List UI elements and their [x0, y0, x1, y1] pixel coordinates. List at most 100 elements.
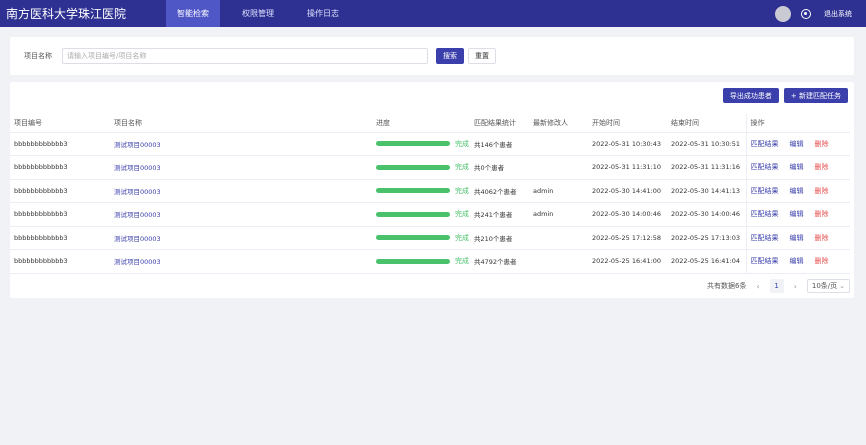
- table-row: bbbbbbbbbbbb3 测试项目00003 完成 共210个患者 2022-05-2…: [10, 226, 850, 250]
- reset-button[interactable]: 重置: [468, 48, 496, 64]
- project-id: bbbbbbbbbbbb3: [10, 202, 110, 227]
- start-time: 2022-05-30 14:00:46: [588, 202, 667, 227]
- nav-smart-search[interactable]: 智能检索: [166, 0, 220, 27]
- end-time: 2022-05-31 11:31:16: [667, 155, 746, 180]
- operations-cell: 匹配结果 编辑 删除: [745, 179, 850, 203]
- nav-permission-management[interactable]: 权限管理: [231, 0, 285, 27]
- progress-label: 完成: [455, 139, 469, 148]
- match-result-link[interactable]: 匹配结果: [751, 210, 779, 218]
- operations-cell: 匹配结果 编辑 删除: [745, 155, 850, 180]
- progress-bar: [376, 141, 450, 147]
- edit-link[interactable]: 编辑: [790, 210, 804, 218]
- hospital-name: 南方医科大学珠江医院: [6, 7, 127, 21]
- delete-link[interactable]: 删除: [815, 234, 829, 242]
- search-label: 项目名称: [24, 52, 52, 60]
- delete-link[interactable]: 删除: [815, 163, 829, 171]
- search-input[interactable]: [62, 48, 428, 64]
- edit-link[interactable]: 编辑: [790, 257, 804, 265]
- settings-icon[interactable]: [801, 8, 811, 19]
- project-id: bbbbbbbbbbbb3: [10, 249, 110, 274]
- operations-cell: 匹配结果 编辑 删除: [745, 226, 850, 250]
- project-id: bbbbbbbbbbbb3: [10, 132, 110, 156]
- delete-link[interactable]: 删除: [815, 187, 829, 195]
- match-result-link[interactable]: 匹配结果: [751, 257, 779, 265]
- progress-bar: [376, 235, 450, 241]
- next-page-icon[interactable]: ›: [794, 282, 797, 291]
- main-nav: 智能检索 权限管理 操作日志: [166, 0, 361, 27]
- edit-link[interactable]: 编辑: [790, 163, 804, 171]
- operations-cell: 匹配结果 编辑 删除: [745, 202, 850, 227]
- end-time: 2022-05-30 14:00:46: [667, 202, 746, 227]
- start-time: 2022-05-31 10:30:43: [588, 132, 667, 156]
- last-modifier: admin: [529, 202, 588, 227]
- new-match-task-button[interactable]: + 新建匹配任务: [783, 88, 848, 103]
- start-time: 2022-05-31 11:31:10: [588, 155, 667, 180]
- progress-label: 完成: [455, 257, 469, 266]
- top-header: 南方医科大学珠江医院 智能检索 权限管理 操作日志 退出系统: [0, 0, 866, 27]
- start-time: 2022-05-25 16:41:00: [588, 249, 667, 274]
- prev-page-icon[interactable]: ‹: [756, 282, 759, 291]
- last-modifier: admin: [529, 179, 588, 203]
- end-time: 2022-05-25 17:13:03: [667, 226, 746, 250]
- page-size-value: 10条/页: [811, 282, 838, 290]
- pagination: 共有数据6条 ‹ 1 › 10条/页 ⌄: [707, 279, 850, 293]
- last-modifier: [529, 226, 588, 250]
- last-modifier: [529, 132, 588, 156]
- start-time: 2022-05-30 14:41:00: [588, 179, 667, 203]
- export-success-patients-button[interactable]: 导出成功患者: [722, 88, 779, 103]
- delete-link[interactable]: 删除: [815, 257, 829, 265]
- progress-label: 完成: [455, 186, 469, 195]
- progress-label: 完成: [455, 233, 469, 242]
- progress-label: 完成: [455, 163, 469, 172]
- project-name-link[interactable]: 测试项目00003: [110, 155, 372, 180]
- column-header: 匹配结果统计: [470, 114, 529, 133]
- search-panel: 项目名称 搜索 重置: [10, 37, 854, 75]
- project-name-link[interactable]: 测试项目00003: [110, 249, 372, 274]
- progress-bar: [376, 188, 450, 194]
- progress-cell: 完成: [372, 132, 470, 156]
- progress-bar: [376, 211, 450, 217]
- project-name-link[interactable]: 测试项目00003: [110, 132, 372, 156]
- match-result: 共210个患者: [470, 226, 529, 250]
- progress-label: 完成: [455, 210, 469, 219]
- last-modifier: [529, 155, 588, 180]
- progress-cell: 完成: [372, 226, 470, 250]
- edit-link[interactable]: 编辑: [790, 234, 804, 242]
- operations-cell: 匹配结果 编辑 删除: [745, 249, 850, 274]
- page-number[interactable]: 1: [769, 279, 784, 293]
- avatar[interactable]: [775, 5, 791, 22]
- logout-button[interactable]: 退出系统: [824, 9, 852, 19]
- start-time: 2022-05-25 17:12:58: [588, 226, 667, 250]
- table-actions: 导出成功患者 + 新建匹配任务: [722, 88, 848, 103]
- end-time: 2022-05-25 16:41:04: [667, 249, 746, 274]
- progress-cell: 完成: [372, 202, 470, 227]
- column-header: 结束时间: [667, 114, 746, 133]
- match-result-link[interactable]: 匹配结果: [751, 234, 779, 242]
- match-result: 共146个患者: [470, 132, 529, 156]
- project-id: bbbbbbbbbbbb3: [10, 179, 110, 203]
- project-name-link[interactable]: 测试项目00003: [110, 226, 372, 250]
- results-panel: 导出成功患者 + 新建匹配任务 项目编号 项目名称 进度 匹配结果统计 最新修改…: [10, 82, 854, 298]
- end-time: 2022-05-31 10:30:51: [667, 132, 746, 156]
- edit-link[interactable]: 编辑: [790, 187, 804, 195]
- project-name-link[interactable]: 测试项目00003: [110, 179, 372, 203]
- match-result-link[interactable]: 匹配结果: [751, 163, 779, 171]
- table-row: bbbbbbbbbbbb3 测试项目00003 完成 共0个患者 2022-05-31 …: [10, 155, 850, 180]
- end-time: 2022-05-30 14:41:13: [667, 179, 746, 203]
- progress-bar: [376, 164, 450, 170]
- page-size-select[interactable]: 10条/页 ⌄: [806, 279, 850, 293]
- column-header: 项目编号: [10, 114, 110, 133]
- column-header: 开始时间: [588, 114, 667, 133]
- project-name-link[interactable]: 测试项目00003: [110, 202, 372, 227]
- match-result-link[interactable]: 匹配结果: [751, 187, 779, 195]
- match-result: 共4792个患者: [470, 249, 529, 274]
- delete-link[interactable]: 删除: [815, 210, 829, 218]
- match-result-link[interactable]: 匹配结果: [751, 140, 779, 148]
- nav-operation-log[interactable]: 操作日志: [296, 0, 350, 27]
- total-count: 共有数据6条: [706, 282, 747, 290]
- operations-cell: 匹配结果 编辑 删除: [745, 132, 850, 156]
- edit-link[interactable]: 编辑: [790, 140, 804, 148]
- delete-link[interactable]: 删除: [815, 140, 829, 148]
- search-button[interactable]: 搜索: [436, 48, 464, 64]
- project-id: bbbbbbbbbbbb3: [10, 155, 110, 180]
